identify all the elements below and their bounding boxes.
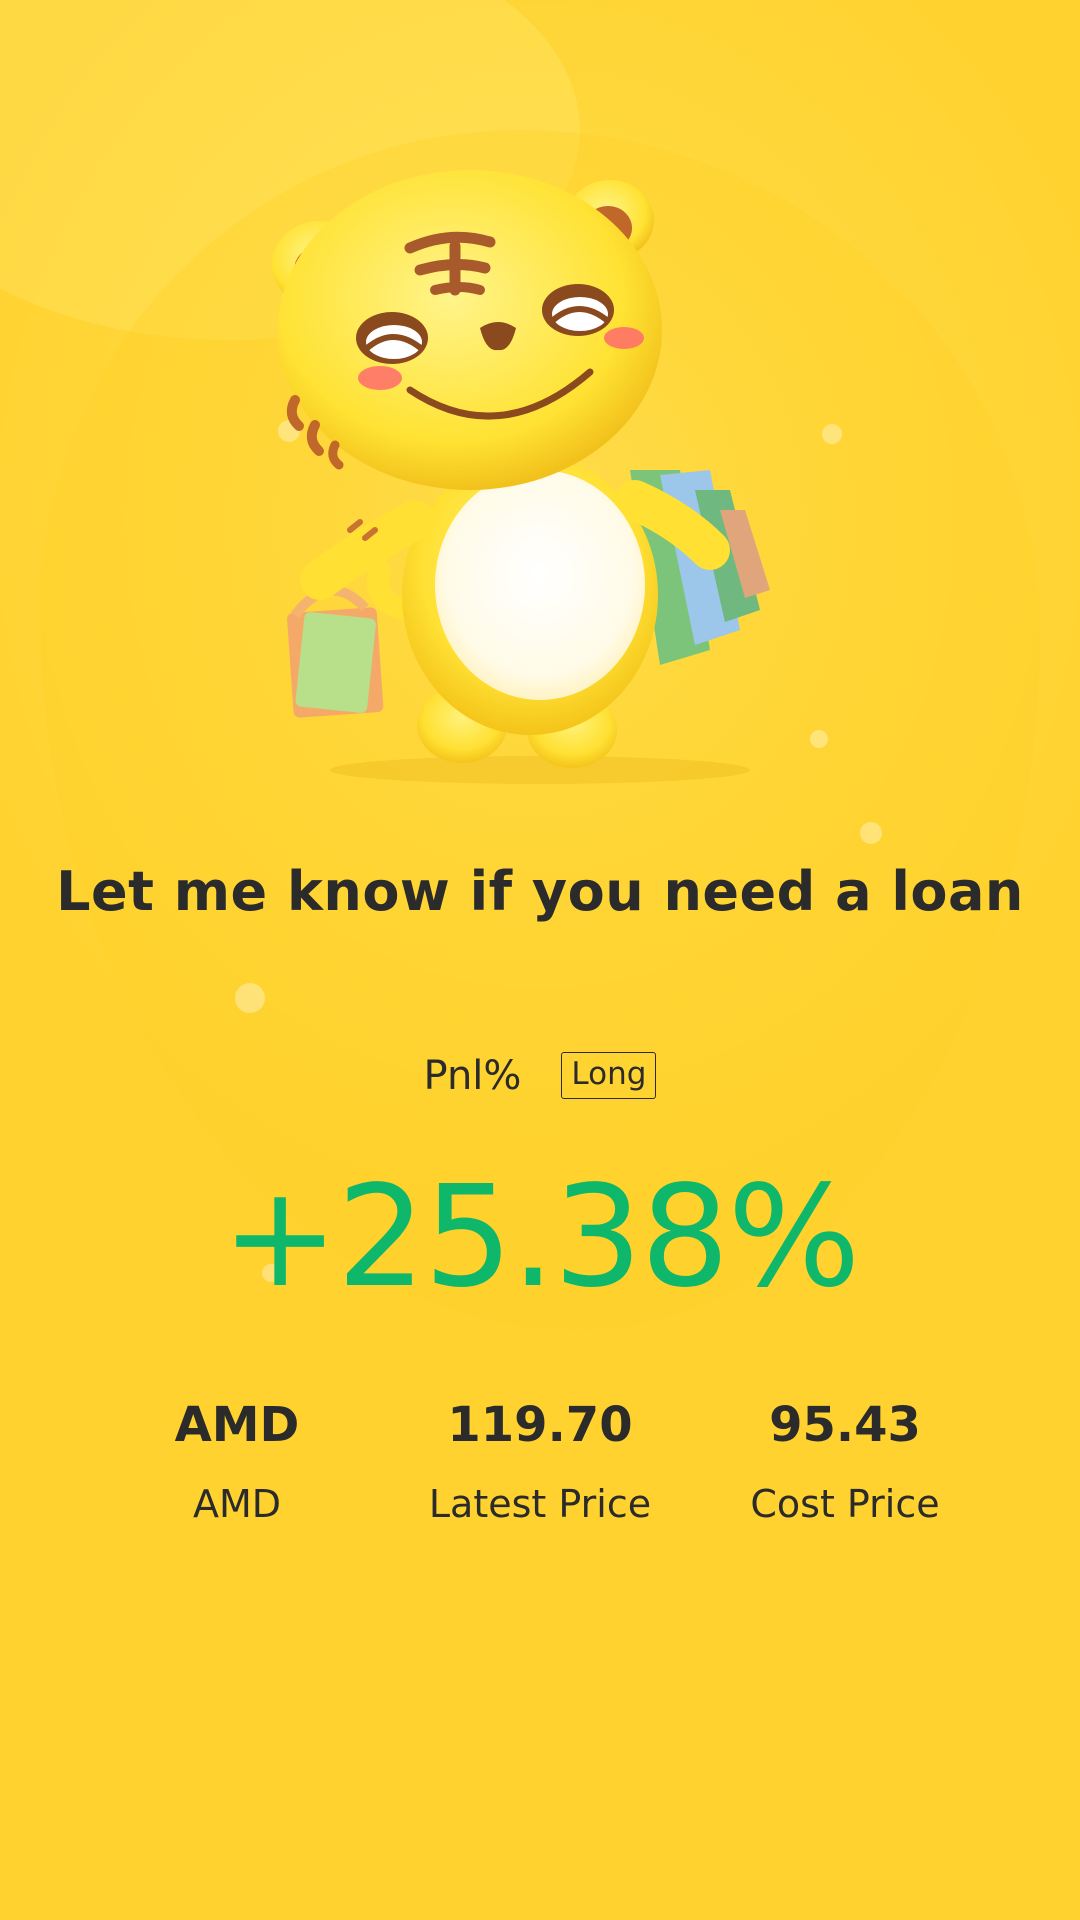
stat-cost-price: 95.43 Cost Price — [695, 1390, 995, 1532]
latest-price-label: Latest Price — [428, 1482, 652, 1526]
pnl-header: Pnl% Long — [0, 1052, 1080, 1099]
tiger-mascot-illustration — [272, 170, 770, 784]
shopping-bag-icon — [287, 585, 384, 718]
stat-symbol: AMD AMD — [87, 1390, 387, 1532]
cost-price-label: Cost Price — [750, 1482, 940, 1526]
pnl-percentage-value: +25.38% — [221, 1156, 860, 1319]
cost-price-value: 95.43 — [769, 1397, 921, 1453]
share-card: Let me know if you need a loan Pnl% Long… — [0, 0, 1080, 1920]
pnl-label: Pnl% — [423, 1052, 522, 1099]
stat-latest-price: 119.70 Latest Price — [390, 1390, 690, 1532]
position-direction-badge: Long — [561, 1052, 657, 1099]
sparkle — [235, 983, 265, 1013]
symbol-label: AMD — [192, 1482, 282, 1526]
sparkle — [860, 822, 882, 844]
latest-price-value: 119.70 — [447, 1397, 633, 1453]
headline-message: Let me know if you need a loan — [56, 860, 1024, 923]
position-stats: AMD AMD 119.70 Latest Price 95.43 Cost P… — [0, 1390, 1080, 1540]
symbol-value: AMD — [174, 1397, 300, 1453]
